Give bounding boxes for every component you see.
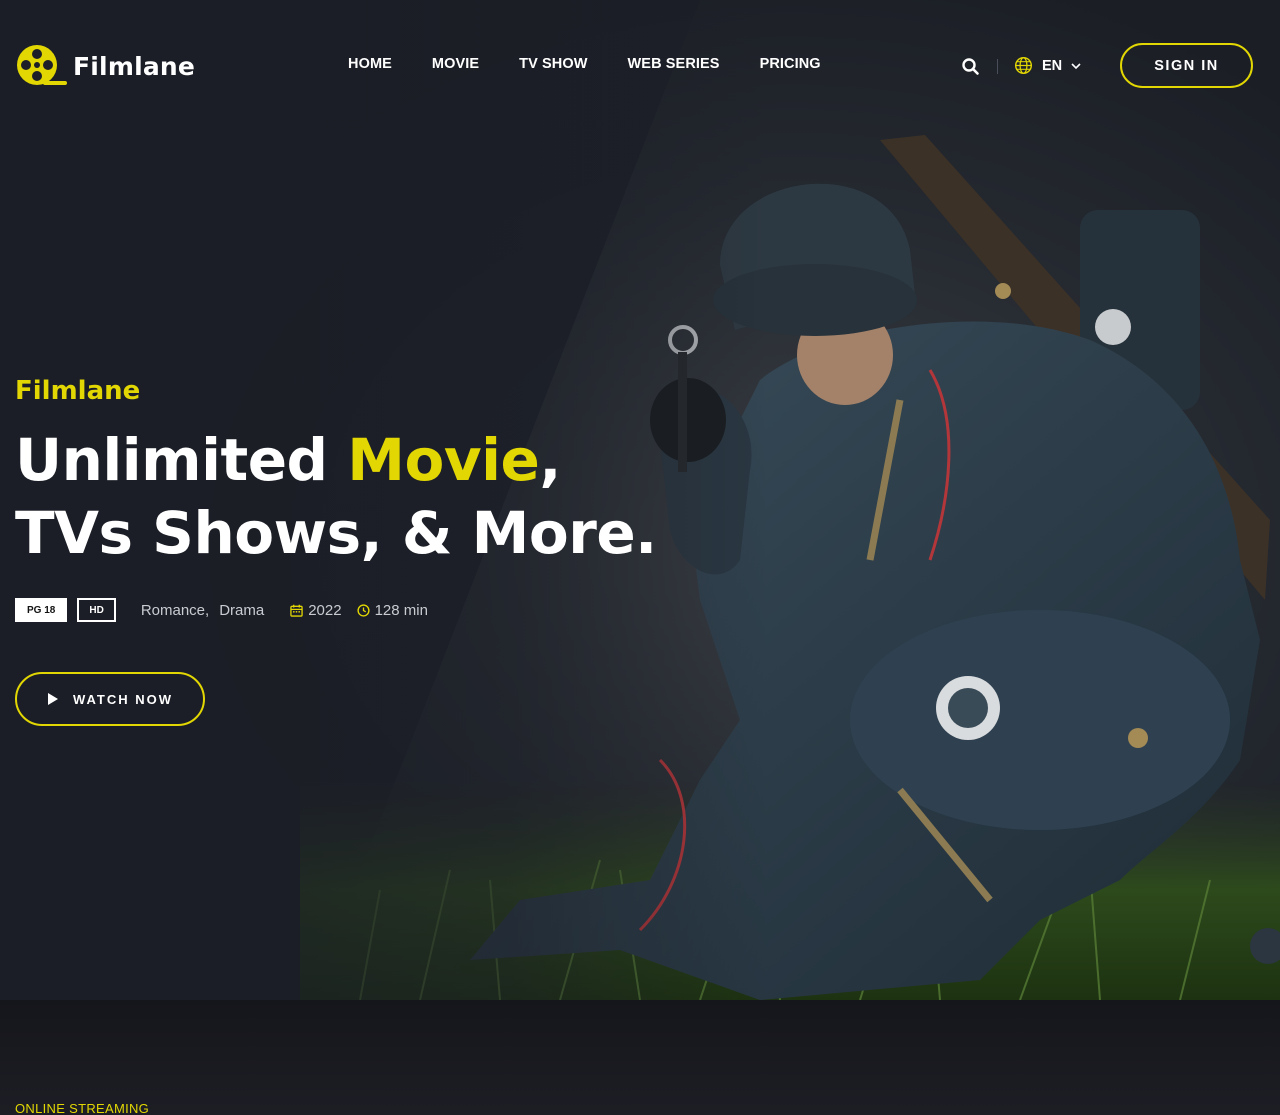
- runtime: 128 min: [356, 601, 428, 619]
- brand-logo[interactable]: Filmlane: [15, 43, 195, 89]
- hero-title: Unlimited Movie, TVs Shows, & More.: [15, 424, 657, 570]
- hero-title-line-1: Unlimited Movie,: [15, 424, 657, 497]
- movie-meta: PG 18 HD Romance, Drama 2022 128 min: [15, 598, 428, 622]
- section-subtitle: ONLINE STREAMING: [15, 1101, 150, 1115]
- header-divider: [997, 59, 998, 74]
- watch-now-label: WATCH NOW: [72, 691, 174, 707]
- release-date: 2022: [290, 601, 342, 619]
- main-nav: HOME MOVIE TV SHOW WEB SERIES PRICING: [328, 56, 841, 72]
- brand-name: Filmlane: [73, 51, 196, 81]
- nav-item-tv-show[interactable]: TV SHOW: [519, 56, 587, 72]
- nav-item-web-series[interactable]: WEB SERIES: [628, 56, 720, 72]
- hero-subtitle: Filmlane: [15, 376, 141, 406]
- watch-now-button[interactable]: WATCH NOW: [15, 672, 205, 726]
- nav-item-movie[interactable]: MOVIE: [432, 56, 479, 72]
- play-icon: [47, 693, 58, 705]
- hero-title-comma: ,: [539, 426, 561, 494]
- release-year: 2022: [308, 601, 342, 619]
- genre-list: Romance, Drama: [141, 602, 264, 619]
- quality-badge: HD: [77, 598, 116, 622]
- clock-icon: [356, 603, 370, 617]
- calendar-icon: [290, 604, 303, 617]
- language-selector[interactable]: EN: [1014, 56, 1081, 75]
- language-label: EN: [1042, 57, 1063, 74]
- globe-icon: [1014, 56, 1033, 75]
- rating-badge: PG 18: [15, 598, 68, 622]
- genre-link[interactable]: Drama: [219, 602, 264, 619]
- nav-item-home[interactable]: HOME: [348, 56, 392, 72]
- upcoming-section: ONLINE STREAMING: [0, 1000, 1280, 1115]
- hero-title-line-2: TVs Shows, & More.: [15, 499, 657, 567]
- sign-in-button[interactable]: SIGN IN: [1120, 43, 1253, 88]
- film-reel-icon: [17, 45, 67, 85]
- nav-item-pricing[interactable]: PRICING: [760, 56, 821, 72]
- hero-title-highlight: Movie: [347, 426, 540, 494]
- chevron-down-icon: [1071, 62, 1081, 69]
- hero-title-text: Unlimited: [15, 426, 348, 494]
- genre-link[interactable]: Romance,: [141, 602, 209, 619]
- runtime-label: 128 min: [374, 601, 428, 619]
- search-icon[interactable]: [961, 57, 981, 77]
- site-header: Filmlane HOME MOVIE TV SHOW WEB SERIES P…: [0, 0, 1280, 130]
